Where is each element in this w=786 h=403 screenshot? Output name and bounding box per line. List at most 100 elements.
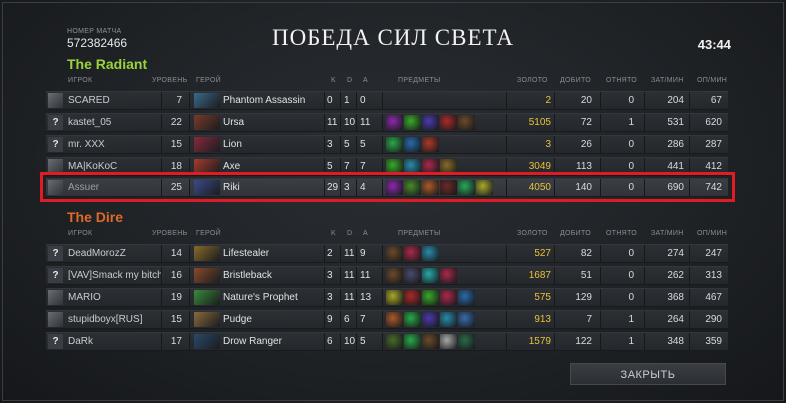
header-player: ИГРОК [68, 230, 93, 237]
items-slot-list [386, 312, 506, 327]
player-row[interactable]: stupidboyx[RUS] 15 Pudge 9 6 7 913 7 1 264 290 [46, 310, 728, 329]
player-avatar[interactable] [48, 312, 63, 327]
player-row[interactable]: ? mr. XXX 15 Lion 3 5 5 3 26 0 286 287 [46, 135, 728, 154]
player-row[interactable]: ? DaRk 17 Drow Ranger 6 10 5 1579 122 1 348 359 [46, 332, 728, 351]
item-icon[interactable] [440, 334, 457, 349]
assists: 5 [360, 336, 366, 347]
last-hits: 113 [576, 161, 592, 172]
player-name[interactable]: MARIO [68, 292, 101, 303]
hero-portrait-icon[interactable] [194, 312, 220, 327]
item-icon[interactable] [422, 137, 439, 152]
item-icon[interactable] [386, 115, 403, 130]
item-icon[interactable] [440, 290, 457, 305]
item-icon[interactable] [404, 290, 421, 305]
player-row[interactable]: ? [VAV]Smack my bitch 16 Bristleback 3 11 11 16… [46, 266, 728, 285]
player-avatar[interactable] [48, 290, 63, 305]
item-icon[interactable] [458, 115, 475, 130]
column-divider [340, 114, 341, 131]
gold-per-min: 313 [705, 270, 722, 281]
column-divider [161, 267, 162, 284]
item-icon[interactable] [458, 312, 475, 327]
player-name[interactable]: stupidboyx[RUS] [68, 314, 142, 325]
item-icon[interactable] [422, 246, 439, 261]
column-divider [324, 245, 325, 262]
hero-level: 17 [170, 336, 182, 347]
item-icon[interactable] [386, 137, 403, 152]
header-d: D [347, 230, 353, 237]
close-button[interactable]: ЗАКРЫТЬ [570, 363, 726, 385]
player-name[interactable]: kastet_05 [68, 117, 111, 128]
player-avatar[interactable]: ? [48, 268, 63, 283]
item-icon[interactable] [404, 312, 421, 327]
column-divider [382, 289, 383, 306]
column-divider [189, 311, 190, 328]
item-icon[interactable] [386, 334, 403, 349]
gold-per-min: 67 [710, 95, 722, 106]
hero-portrait-icon[interactable] [194, 290, 220, 305]
hero-name: Lion [223, 139, 242, 150]
hero-portrait-icon[interactable] [194, 268, 220, 283]
item-icon[interactable] [404, 268, 421, 283]
column-divider [161, 289, 162, 306]
item-icon[interactable] [422, 290, 439, 305]
item-icon[interactable] [440, 312, 457, 327]
player-avatar[interactable]: ? [48, 334, 63, 349]
gold: 3 [545, 139, 551, 150]
item-icon[interactable] [404, 137, 421, 152]
item-icon[interactable] [404, 246, 421, 261]
player-name[interactable]: DaRk [68, 336, 93, 347]
deaths: 1 [344, 95, 350, 106]
item-icon[interactable] [422, 334, 439, 349]
item-icon[interactable] [458, 290, 475, 305]
gold: 3049 [528, 161, 551, 172]
column-divider [340, 289, 341, 306]
item-icon[interactable] [386, 312, 403, 327]
item-icon[interactable] [422, 312, 439, 327]
header-xpm: ЗАТ/МИН [651, 230, 684, 237]
item-icon[interactable] [440, 115, 457, 130]
player-avatar[interactable] [48, 93, 63, 108]
item-icon[interactable] [422, 268, 439, 283]
player-row[interactable]: ? kastet_05 22 Ursa 11 10 11 5105 72 1 531 620 [46, 113, 728, 132]
player-avatar[interactable]: ? [48, 137, 63, 152]
item-icon[interactable] [458, 334, 475, 349]
item-icon[interactable] [404, 334, 421, 349]
header-a: A [363, 230, 368, 237]
items-slot-list [386, 268, 506, 283]
item-icon[interactable] [422, 115, 439, 130]
player-row[interactable]: SCARED 7 Phantom Assassin 0 1 0 2 20 0 204 67 [46, 91, 728, 110]
column-divider [324, 92, 325, 109]
hero-level: 14 [170, 248, 182, 259]
header-lasthits: ДОБИТО [560, 77, 592, 84]
player-avatar[interactable]: ? [48, 115, 63, 130]
column-divider [340, 92, 341, 109]
item-icon[interactable] [440, 268, 457, 283]
player-name[interactable]: DeadMorozZ [68, 248, 126, 259]
header-k: K [331, 77, 336, 84]
column-divider [554, 245, 555, 262]
player-name[interactable]: SCARED [68, 95, 110, 106]
hero-portrait-icon[interactable] [194, 137, 220, 152]
hero-portrait-icon[interactable] [194, 334, 220, 349]
hero-portrait-icon[interactable] [194, 246, 220, 261]
player-name[interactable]: [VAV]Smack my bitch [68, 270, 163, 281]
column-divider [324, 333, 325, 350]
deaths: 11 [344, 292, 355, 303]
header-gpm: ОП/МИН [697, 77, 728, 84]
item-icon[interactable] [386, 246, 403, 261]
player-name[interactable]: mr. XXX [68, 139, 105, 150]
player-row[interactable]: ? DeadMorozZ 14 Lifestealer 2 11 9 527 82 0 274 247 [46, 244, 728, 263]
denies: 0 [628, 95, 634, 106]
xp-per-min: 262 [667, 270, 684, 281]
column-divider [189, 267, 190, 284]
player-avatar[interactable]: ? [48, 246, 63, 261]
item-icon[interactable] [386, 290, 403, 305]
player-row[interactable]: MARIO 19 Nature's Prophet 3 11 13 575 129 0 368 46… [46, 288, 728, 307]
item-icon[interactable] [386, 268, 403, 283]
hero-portrait-icon[interactable] [194, 115, 220, 130]
hero-portrait-icon[interactable] [194, 93, 220, 108]
header-items: ПРЕДМЕТЫ [398, 230, 441, 237]
player-name[interactable]: MA|KoKoC [68, 161, 117, 172]
item-icon[interactable] [404, 115, 421, 130]
column-divider [506, 245, 507, 262]
